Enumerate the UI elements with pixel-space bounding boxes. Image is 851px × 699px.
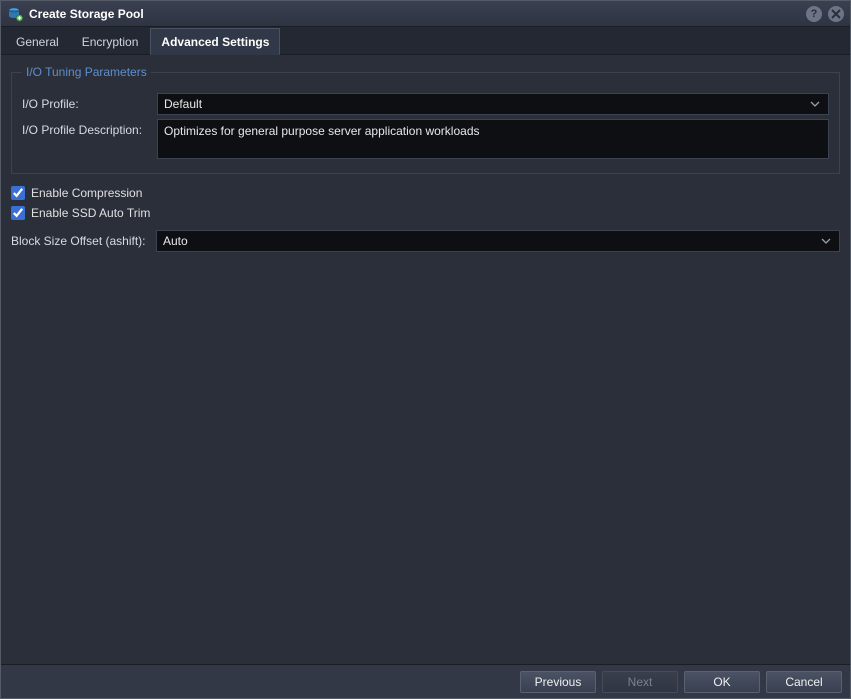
ok-button[interactable]: OK [684,671,760,693]
io-tuning-legend: I/O Tuning Parameters [22,65,151,79]
chevron-down-icon [817,231,835,251]
tabstrip: General Encryption Advanced Settings [1,27,850,55]
ashift-row: Block Size Offset (ashift): Auto [11,230,840,252]
io-profile-row: I/O Profile: Default [22,93,829,115]
previous-button[interactable]: Previous [520,671,596,693]
dialog-footer: Previous Next OK Cancel [1,664,850,698]
close-icon[interactable] [828,6,844,22]
io-profile-desc-label: I/O Profile Description: [22,119,157,137]
content-area: I/O Tuning Parameters I/O Profile: Defau… [1,55,850,664]
next-button: Next [602,671,678,693]
io-profile-desc-row: I/O Profile Description: Optimizes for g… [22,119,829,159]
tab-encryption[interactable]: Encryption [71,28,150,54]
dialog-window: Create Storage Pool ? General Encryption… [0,0,851,699]
ashift-select[interactable]: Auto [156,230,840,252]
ashift-value: Auto [163,234,188,248]
io-profile-label: I/O Profile: [22,93,157,111]
storage-pool-icon [7,6,23,22]
io-profile-select[interactable]: Default [157,93,829,115]
cancel-button[interactable]: Cancel [766,671,842,693]
io-profile-desc-box: Optimizes for general purpose server app… [157,119,829,159]
enable-trim-checkbox[interactable] [11,206,25,220]
chevron-down-icon [806,94,824,114]
io-profile-desc-value: Optimizes for general purpose server app… [164,124,480,138]
enable-trim-row: Enable SSD Auto Trim [11,206,840,220]
io-tuning-group: I/O Tuning Parameters I/O Profile: Defau… [11,65,840,174]
tab-advanced-settings[interactable]: Advanced Settings [150,28,280,55]
window-title: Create Storage Pool [29,7,144,21]
tab-general[interactable]: General [5,28,70,54]
enable-compression-label: Enable Compression [31,186,142,200]
enable-trim-label: Enable SSD Auto Trim [31,206,150,220]
enable-compression-row: Enable Compression [11,186,840,200]
enable-compression-checkbox[interactable] [11,186,25,200]
io-profile-value: Default [164,97,202,111]
titlebar: Create Storage Pool ? [1,1,850,27]
ashift-label: Block Size Offset (ashift): [11,230,156,248]
help-icon[interactable]: ? [806,6,822,22]
